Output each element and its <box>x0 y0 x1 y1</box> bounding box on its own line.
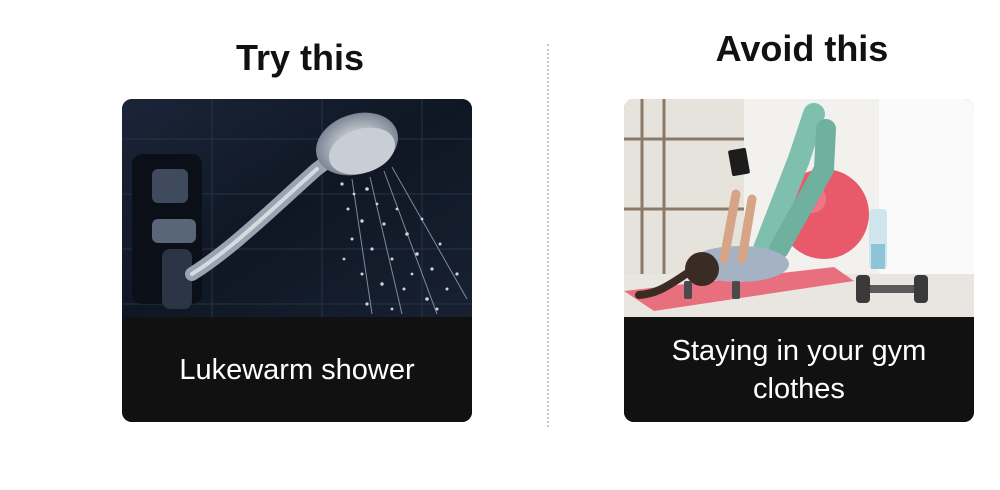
try-this-column: Try this Lukewarm shower <box>120 0 480 422</box>
try-this-caption: Lukewarm shower <box>122 317 472 422</box>
avoid-this-card: Staying in your gym clothes <box>624 99 974 422</box>
avoid-this-caption: Staying in your gym clothes <box>624 317 974 422</box>
avoid-this-column: Avoid this Staying in your gym clothes <box>622 0 982 422</box>
try-this-heading: Try this <box>235 37 365 78</box>
shower-photo <box>122 99 472 317</box>
avoid-this-heading: Avoid this <box>715 28 889 69</box>
try-this-card: Lukewarm shower <box>122 99 472 422</box>
gym-photo <box>624 99 974 317</box>
column-divider <box>547 44 549 427</box>
